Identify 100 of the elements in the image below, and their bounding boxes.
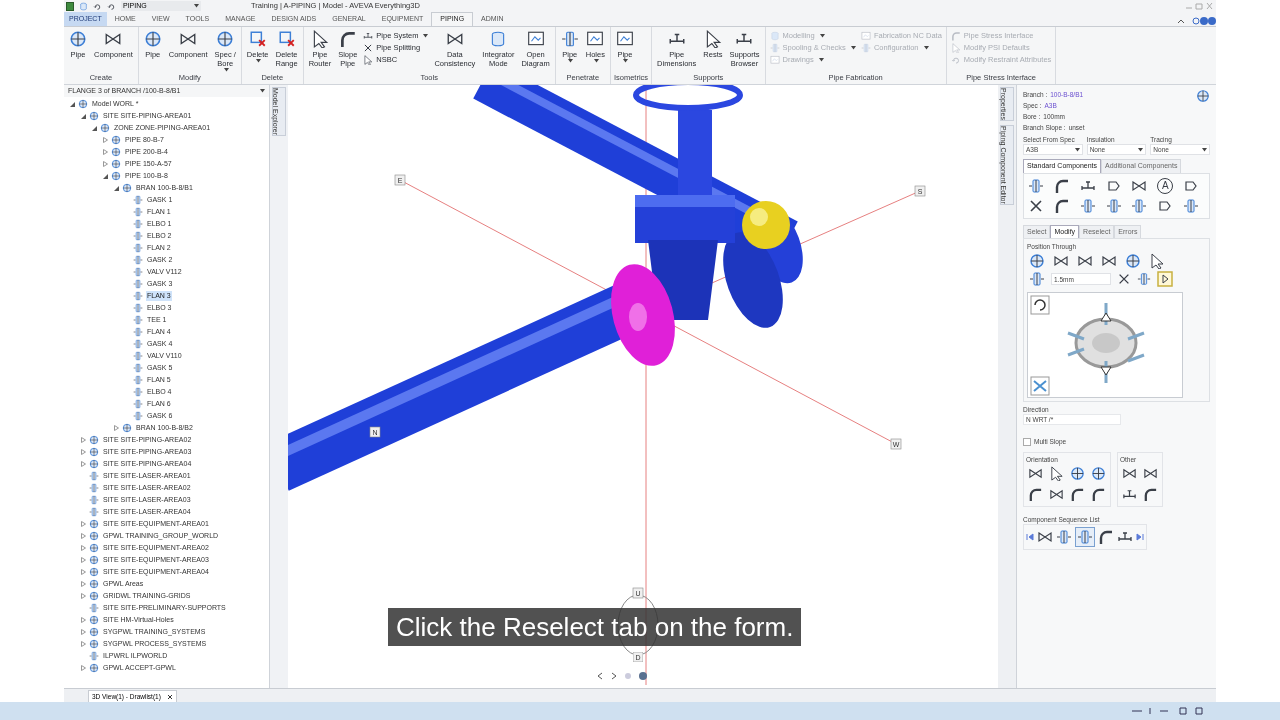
flange-icon: [133, 339, 143, 349]
help-icon[interactable]: [1176, 16, 1216, 26]
pipe-icon: [89, 543, 99, 553]
flange-icon: [1183, 197, 1200, 214]
current-item[interactable]: [1075, 526, 1095, 547]
pipe-icon: [216, 30, 235, 48]
collapsed-arrow-icon[interactable]: [81, 581, 86, 587]
collapsed-arrow-icon[interactable]: [81, 461, 86, 467]
last-icon[interactable]: [1136, 532, 1144, 541]
collapsed-arrow-icon[interactable]: [81, 449, 86, 455]
collapsed-arrow-icon[interactable]: [81, 533, 86, 539]
collapsed-arrow-icon[interactable]: [103, 149, 108, 155]
collapsed-arrow-icon[interactable]: [81, 545, 86, 551]
arrow-right-icon[interactable]: [610, 672, 618, 680]
app-icon[interactable]: [66, 1, 74, 11]
valve-icon: [1053, 253, 1069, 269]
collapsed-arrow-icon[interactable]: [81, 629, 86, 635]
flange-icon: [1056, 528, 1072, 545]
collapsed-arrow-icon[interactable]: [114, 425, 119, 431]
pipe-icon: [69, 30, 87, 48]
dot-icon[interactable]: [624, 672, 632, 680]
pipe-icon: [100, 123, 110, 133]
cross-icon: [1028, 197, 1044, 214]
rotate-icon: [107, 1, 116, 11]
flange-icon: [133, 303, 143, 313]
pipe-icon: [111, 147, 121, 157]
elbow-icon: [1070, 486, 1085, 502]
window-controls-icon[interactable]: [1184, 2, 1214, 10]
flange-icon: [133, 387, 143, 397]
flange-icon: [133, 255, 143, 265]
caret-icon: [194, 4, 199, 8]
collapsed-arrow-icon[interactable]: [81, 665, 86, 671]
expanded-arrow-icon[interactable]: [70, 101, 75, 107]
collapsed-arrow-icon[interactable]: [103, 137, 108, 143]
pipe-icon: [89, 531, 99, 541]
pipe-icon: [122, 423, 132, 433]
elbow-icon: [1091, 486, 1106, 502]
cursor-icon: [950, 43, 961, 53]
flange-icon: [133, 219, 143, 229]
elbow-icon: [1053, 177, 1070, 194]
database-icon: [79, 1, 88, 11]
rotate-icon: [950, 55, 961, 65]
collapsed-arrow-icon[interactable]: [81, 617, 86, 623]
collapsed-arrow-icon[interactable]: [81, 557, 86, 563]
arrow-left-icon[interactable]: [596, 672, 604, 680]
collapsed-arrow-icon[interactable]: [81, 641, 86, 647]
flange-icon: [133, 267, 143, 277]
pipe-icon: [78, 99, 88, 109]
flange-icon: [133, 195, 143, 205]
flange-icon: [133, 375, 143, 385]
cursor-icon: [1149, 253, 1165, 269]
pipe-icon: [111, 171, 121, 181]
flange-icon: [769, 43, 780, 53]
pipe-icon: [1196, 89, 1210, 103]
flange-icon: [1029, 271, 1045, 287]
flange-icon: [1105, 197, 1122, 214]
valve-icon: [1101, 253, 1117, 269]
close-icon[interactable]: [166, 693, 173, 700]
expanded-arrow-icon[interactable]: [92, 125, 97, 131]
first-icon[interactable]: [1026, 532, 1034, 541]
flange-icon: [1079, 197, 1096, 214]
pipe-icon: [89, 579, 99, 589]
pipe-icon: [89, 519, 99, 529]
pipe-icon: [1029, 253, 1045, 269]
flange-icon: [133, 279, 143, 289]
checkbox[interactable]: [1023, 437, 1031, 446]
pipe-icon: [111, 159, 121, 169]
play-icon: [1157, 271, 1173, 287]
elbow-icon: [1098, 528, 1114, 545]
chart-icon: [586, 30, 605, 48]
collapsed-arrow-icon[interactable]: [81, 593, 86, 599]
expanded-arrow-icon[interactable]: [114, 185, 119, 191]
collapsed-arrow-icon[interactable]: [81, 569, 86, 575]
chart-icon: [769, 55, 780, 65]
expanded-arrow-icon[interactable]: [81, 113, 86, 119]
cross-icon: [363, 43, 374, 53]
caret-icon: [1202, 147, 1207, 152]
pipe-icon: [89, 639, 99, 649]
pipe-icon: [89, 663, 99, 673]
flange-icon: [1077, 528, 1093, 545]
flange-icon: [133, 315, 143, 325]
flange-icon: [89, 495, 99, 505]
flange-icon: [133, 243, 143, 253]
collapsed-arrow-icon[interactable]: [103, 161, 108, 167]
pipe-icon: [89, 615, 99, 625]
cursor-icon: [363, 55, 374, 65]
pipe-icon: [122, 183, 132, 193]
collapsed-arrow-icon[interactable]: [81, 521, 86, 527]
elbow-icon: [1028, 486, 1043, 502]
pipe-icon: [89, 435, 99, 445]
collapsed-arrow-icon[interactable]: [81, 437, 86, 443]
valve-icon: [1077, 253, 1093, 269]
flange-icon: [1131, 197, 1148, 214]
chart-icon: [860, 31, 871, 41]
pipe-icon: [89, 555, 99, 565]
expanded-arrow-icon[interactable]: [103, 173, 108, 179]
caret-icon: [1074, 147, 1080, 152]
pipe-icon: [89, 627, 99, 637]
flange-icon: [133, 231, 143, 241]
flange-icon: [560, 30, 579, 48]
